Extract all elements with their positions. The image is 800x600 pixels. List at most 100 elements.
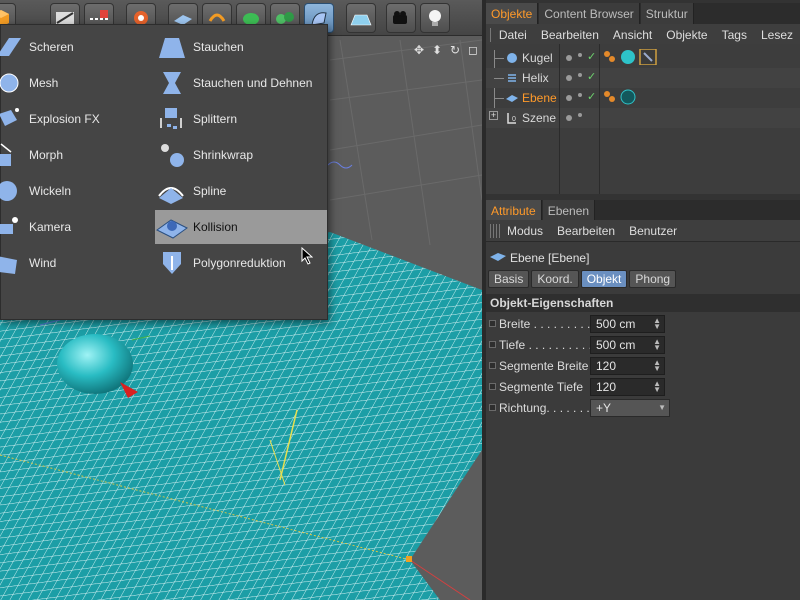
object-name-szene[interactable]: Szene [522,111,556,125]
render-dot-icon[interactable] [578,93,582,97]
object-row-helix[interactable]: Helix [486,68,800,88]
menu-objekte[interactable]: Objekte [659,28,714,42]
visibility-dot-icon[interactable] [566,95,572,101]
wind-icon [0,248,25,278]
tree-branch [494,58,504,59]
menu-item-label: Shrinkwrap [193,148,254,162]
tab-content-browser[interactable]: Content Browser [539,3,640,25]
breite-field[interactable]: 500 cm ▲ ▼ [590,315,665,333]
camera-icon[interactable] [386,3,416,33]
segmente-tiefe-field[interactable]: 120 ▲ ▼ [590,378,665,396]
enabled-check-icon[interactable]: ✓ [587,50,596,63]
menu-tags[interactable]: Tags [715,28,754,42]
richtung-select[interactable]: +Y ▼ [590,399,670,417]
prop-row-breite: Breite . . . . . . . . . . 500 cm ▲ ▼ [486,314,800,334]
object-manager-menubar: Datei Bearbeiten Ansicht Objekte Tags Le… [486,24,800,46]
ebene-tags [604,89,636,105]
object-row-szene[interactable]: + 0 Szene [486,108,800,128]
visibility-dot-icon[interactable] [566,115,572,121]
rotate-view-icon[interactable]: ↻ [448,43,462,59]
menu-modus[interactable]: Modus [500,224,550,238]
menu-item-scheren[interactable]: Scheren [0,30,155,64]
scene-floor-icon[interactable] [346,3,376,33]
3d-viewport[interactable]: ✥ ⬍ ↻ ◻ Scheren Mesh Explosion FX Morph Wick… [0,0,482,600]
subtab-phong[interactable]: Phong [629,270,677,288]
menu-datei[interactable]: Datei [492,28,534,42]
menu-item-wind[interactable]: Wind [0,246,155,280]
menu-item-morph[interactable]: Morph [0,138,155,172]
menu-item-kamera[interactable]: Kamera [0,210,155,244]
subtab-basis[interactable]: Basis [488,270,530,288]
move-view-icon[interactable]: ✥ [412,43,426,59]
phong-tag-icon [604,91,610,97]
mesh-deformer-icon [0,68,25,98]
enabled-check-icon[interactable]: ✓ [587,90,596,103]
object-row-ebene[interactable]: Ebene [486,88,800,108]
visibility-dot-icon[interactable] [566,55,572,61]
menu-benutzer[interactable]: Benutzer [622,224,684,238]
visibility-dot-icon[interactable] [566,75,572,81]
maximize-view-icon[interactable]: ◻ [466,43,480,59]
tab-ebenen[interactable]: Ebenen [542,200,596,222]
animate-checkbox[interactable] [489,362,496,369]
tab-struktur[interactable]: Struktur [640,3,694,25]
object-name-kugel[interactable]: Kugel [522,51,553,65]
menu-bearbeiten[interactable]: Bearbeiten [534,28,606,42]
collision-icon [155,212,189,242]
plane-object-icon [490,253,506,261]
prop-row-segmente-breite: Segmente Breite 120 ▲ ▼ [486,356,800,376]
subtab-objekt[interactable]: Objekt [580,270,628,288]
enabled-check-icon[interactable]: ✓ [587,70,596,83]
animate-checkbox[interactable] [489,383,496,390]
menu-item-stauchen-und-dehnen[interactable]: Stauchen und Dehnen [155,66,327,100]
menu-item-label: Scheren [29,40,74,54]
menu-bearbeiten-attr[interactable]: Bearbeiten [550,224,622,238]
object-name-ebene[interactable]: Ebene [522,91,557,105]
tree-branch [494,98,504,99]
tiefe-field[interactable]: 500 cm ▲ ▼ [590,336,665,354]
prop-row-tiefe: Tiefe . . . . . . . . . . . 500 cm ▲ ▼ [486,335,800,355]
menu-item-label: Kollision [193,220,238,234]
tab-attribute[interactable]: Attribute [486,200,542,222]
svg-text:0: 0 [512,116,516,123]
prop-row-segmente-tiefe: Segmente Tiefe 120 ▲ ▼ [486,377,800,397]
animate-checkbox[interactable] [489,320,496,327]
render-dot-icon[interactable] [578,113,582,117]
light-bulb-icon[interactable] [420,3,450,33]
dolly-view-icon[interactable]: ⬍ [430,43,444,59]
segmente-tiefe-value: 120 [596,380,617,394]
camera-deformer-icon [0,212,25,242]
subtab-koord[interactable]: Koord. [531,270,579,288]
menu-item-explosion-fx[interactable]: Explosion FX [0,102,155,136]
menu-item-stauchen[interactable]: Stauchen [155,30,327,64]
menu-item-label: Polygonreduktion [193,256,286,270]
spinner-icon[interactable]: ▲ ▼ [653,338,661,352]
animate-checkbox[interactable] [489,341,496,348]
viewport-nav-icons: ✥ ⬍ ↻ ◻ [412,43,482,59]
render-dot-icon[interactable] [578,73,582,77]
menu-item-splittern[interactable]: Splittern [155,102,327,136]
object-name-helix[interactable]: Helix [522,71,549,85]
spinner-icon[interactable]: ▲ ▼ [653,380,661,394]
menu-item-label: Wind [29,256,57,270]
breite-value: 500 cm [596,317,636,331]
render-dot-icon[interactable] [578,53,582,57]
menu-item-wickeln[interactable]: Wickeln [0,174,155,208]
tab-objekte[interactable]: Objekte [486,3,539,25]
menu-item-kollision[interactable]: Kollision [155,210,327,244]
chevron-down-icon: ▼ [658,403,666,412]
spinner-icon[interactable]: ▲ ▼ [653,317,661,331]
menu-ansicht[interactable]: Ansicht [606,28,659,42]
helix-object[interactable] [327,161,353,169]
menu-item-mesh[interactable]: Mesh [0,66,155,100]
spinner-icon[interactable]: ▲ ▼ [653,359,661,373]
animate-checkbox[interactable] [489,404,496,411]
menu-item-spline[interactable]: Spline [155,174,327,208]
menu-lesezeichen[interactable]: Lesez [754,28,800,42]
segmente-breite-field[interactable]: 120 ▲ ▼ [590,357,665,375]
menu-item-shrinkwrap[interactable]: Shrinkwrap [155,138,327,172]
plane-handle[interactable] [406,556,412,562]
expand-toggle-icon[interactable]: + [489,111,498,120]
prop-label-segmente-tiefe: Segmente Tiefe [499,380,584,394]
grip-icon [490,223,500,238]
